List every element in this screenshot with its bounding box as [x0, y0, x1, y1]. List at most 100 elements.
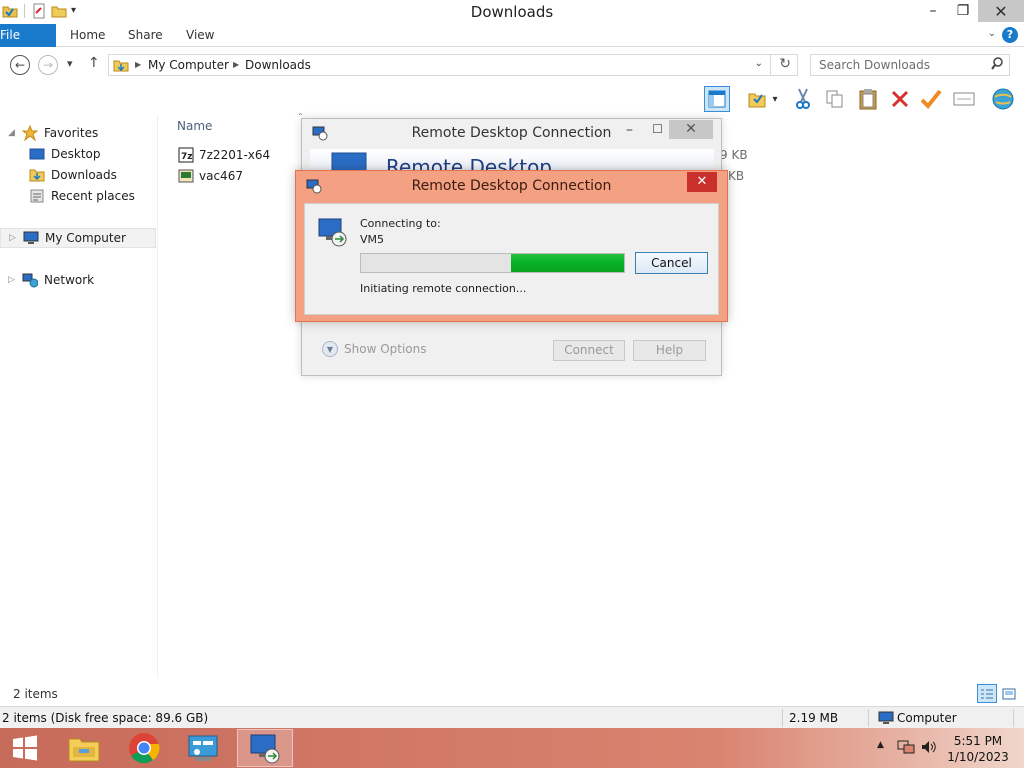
system-clock[interactable]: 5:51 PM 1/10/2023	[942, 733, 1014, 765]
nav-item-desktop[interactable]: Desktop	[29, 144, 101, 164]
downloads-folder-icon	[29, 167, 45, 183]
breadcrumb-my-computer[interactable]: My Computer	[148, 58, 229, 72]
items-status-bar: 2 items	[0, 684, 1024, 706]
search-placeholder: Search Downloads	[819, 58, 930, 72]
remote-desktop-computer-icon	[317, 216, 349, 251]
folder-options-icon[interactable]	[744, 86, 770, 112]
network-tray-icon[interactable]	[897, 739, 915, 758]
refresh-icon[interactable]: ↻	[779, 56, 791, 72]
window-controls: – ❐ ✕	[918, 0, 1024, 22]
delete-icon[interactable]	[887, 86, 913, 112]
nav-item-label: Desktop	[51, 147, 101, 161]
rdc-connecting-close-button[interactable]: ✕	[687, 172, 717, 192]
details-view-button[interactable]	[977, 684, 997, 703]
nav-favorites[interactable]: ◢ Favorites	[8, 123, 98, 143]
windows-logo-icon	[13, 735, 37, 761]
rdc-main-close-button[interactable]: ✕	[669, 120, 713, 139]
folder-options-dropdown-icon[interactable]: ▾	[768, 86, 782, 112]
help-icon[interactable]: ?	[1002, 27, 1018, 43]
file-item[interactable]: 7z 7z2201-x64	[178, 147, 270, 163]
nav-item-label: My Computer	[45, 231, 126, 245]
up-button[interactable]: ↑	[88, 55, 100, 71]
taskbar-chrome[interactable]	[116, 729, 172, 767]
rdc-connecting-body: Connecting to: VM5 Cancel Initiating rem…	[304, 203, 719, 315]
archive-icon: 7z	[178, 147, 194, 163]
selection-size: 2.19 MB	[789, 711, 839, 725]
connecting-to-label: Connecting to:	[360, 217, 441, 230]
network-icon	[22, 272, 39, 288]
close-button[interactable]: ✕	[978, 0, 1024, 22]
volume-icon[interactable]	[920, 739, 938, 758]
help-button[interactable]: Help	[633, 340, 706, 361]
tab-home[interactable]: Home	[70, 24, 105, 47]
large-icons-view-button[interactable]	[999, 684, 1019, 703]
connect-button[interactable]: Connect	[553, 340, 625, 361]
address-bar[interactable]: ▶ My Computer ▶ Downloads ⌄ ↻	[108, 54, 798, 76]
address-dropdown-icon[interactable]: ⌄	[755, 58, 763, 69]
installer-icon	[178, 168, 194, 184]
breadcrumb-arrow-icon[interactable]: ▶	[135, 60, 141, 69]
progress-fill	[510, 254, 624, 272]
tab-view[interactable]: View	[186, 24, 214, 47]
remote-desktop-icon	[250, 734, 280, 764]
globe-icon[interactable]	[990, 86, 1016, 112]
svg-text:7z: 7z	[181, 152, 193, 162]
rdc-main-minimize-button[interactable]: –	[626, 122, 633, 138]
file-item[interactable]: vac467	[178, 168, 243, 184]
rdc-connecting-title-bar: Remote Desktop Connection ✕	[296, 171, 727, 202]
ribbon-tabs: File Home Share View ⌄ ?	[0, 24, 1024, 47]
start-button[interactable]	[0, 729, 50, 767]
show-hidden-icons-button[interactable]: ▲	[877, 740, 884, 750]
breadcrumb-downloads[interactable]: Downloads	[245, 58, 311, 72]
recent-locations-icon[interactable]: ▾	[67, 57, 73, 70]
rdc-main-title-bar: Remote Desktop Connection – ☐ ✕	[302, 119, 721, 149]
search-input[interactable]: Search Downloads	[810, 54, 1010, 76]
taskbar-remote-desktop[interactable]	[237, 729, 293, 767]
paste-icon[interactable]	[855, 86, 881, 112]
collapse-arrow-icon[interactable]: ◢	[8, 128, 16, 138]
cut-icon[interactable]	[790, 86, 816, 112]
tab-file[interactable]: File	[0, 24, 56, 47]
command-toolbar: ▾	[0, 83, 1024, 115]
disk-free-space: 2 items (Disk free space: 89.6 GB)	[2, 711, 209, 725]
show-options-toggle[interactable]: ▼ Show Options	[322, 341, 427, 357]
item-count: 2 items	[13, 687, 58, 701]
connection-status-text: Initiating remote connection...	[360, 282, 527, 295]
rdc-main-footer: ▼ Show Options Connect Help	[310, 331, 714, 369]
details-status-bar: 2 items (Disk free space: 89.6 GB) 2.19 …	[0, 706, 1024, 728]
show-options-label: Show Options	[344, 342, 427, 356]
nav-item-network[interactable]: ▷ Network	[8, 270, 94, 290]
rdc-main-maximize-button[interactable]: ☐	[652, 122, 663, 136]
nav-item-label: Downloads	[51, 168, 117, 182]
nav-item-recent-places[interactable]: Recent places	[29, 186, 135, 206]
taskbar-file-explorer[interactable]	[56, 729, 112, 767]
breadcrumb-arrow-icon[interactable]: ▶	[233, 60, 239, 69]
forward-button[interactable]: →	[38, 55, 58, 75]
connection-progress-bar	[360, 253, 625, 273]
preview-pane-button[interactable]	[704, 86, 730, 112]
search-icon[interactable]	[991, 57, 1003, 74]
location-label: Computer	[897, 711, 957, 725]
copy-icon[interactable]	[822, 86, 848, 112]
taskbar-control-panel[interactable]	[176, 729, 232, 767]
minimize-button[interactable]: –	[918, 0, 948, 22]
cancel-button[interactable]: Cancel	[635, 252, 708, 274]
rdc-connecting-dialog: Remote Desktop Connection ✕ Connecting t…	[295, 170, 728, 322]
column-header-name[interactable]: Name	[177, 119, 212, 133]
chrome-icon	[129, 733, 160, 764]
folder-icon	[113, 57, 129, 76]
maximize-button[interactable]: ❐	[948, 0, 978, 22]
expand-ribbon-icon[interactable]: ⌄	[988, 28, 996, 39]
back-button[interactable]: ←	[10, 55, 30, 75]
checkmark-icon[interactable]	[918, 86, 944, 112]
navigation-pane: ◢ Favorites Desktop Downloads Recent pla…	[0, 115, 158, 678]
tab-share[interactable]: Share	[128, 24, 163, 47]
clock-time: 5:51 PM	[953, 734, 1003, 748]
desktop-icon	[29, 146, 45, 162]
nav-item-my-computer[interactable]: ▷ My Computer	[0, 228, 156, 248]
rename-icon[interactable]	[951, 86, 977, 112]
clock-date: 1/10/2023	[947, 750, 1009, 764]
expand-arrow-icon[interactable]: ▷	[9, 233, 17, 243]
nav-item-downloads[interactable]: Downloads	[29, 165, 117, 185]
expand-arrow-icon[interactable]: ▷	[8, 275, 16, 285]
